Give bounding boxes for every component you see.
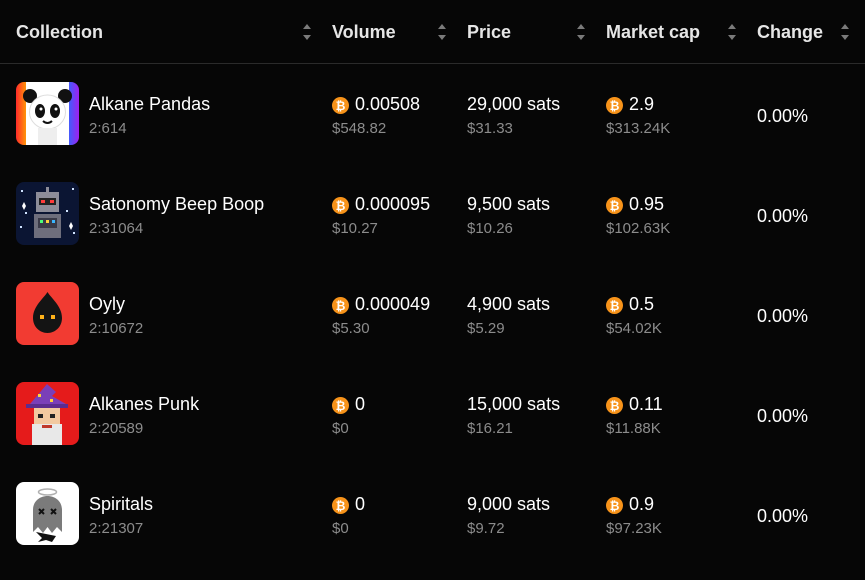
ghost-avatar-icon [16,482,79,545]
sort-change-icon[interactable] [840,24,850,40]
collection-id: 2:21307 [89,520,144,537]
collection-thumbnail [16,382,79,445]
change-percent: 0.00% [757,106,809,126]
collection-name[interactable]: Satonomy Beep Boop [89,194,264,215]
collection-id: 2:10672 [89,320,144,337]
market-cap-btc: 2.9 [629,94,655,114]
collection-thumbnail [16,182,79,245]
price-usd: $31.33 [467,120,513,137]
bitcoin-icon: ₿ [332,97,349,114]
column-header-market-cap[interactable]: Market cap [606,0,700,64]
volume-btc: 0.00508 [355,94,421,114]
column-header-label: Volume [332,21,396,42]
price-usd: $9.72 [467,520,505,537]
price-sats: 4,900 sats [467,294,551,314]
volume-btc: 0.000049 [355,294,431,314]
market-cap-btc: 0.9 [629,494,655,514]
bitcoin-icon: ₿ [606,197,623,214]
bitcoin-icon: ₿ [606,497,623,514]
price-usd: $10.26 [467,220,513,237]
table-row[interactable]: Alkane Pandas 2:614 ₿ 0.00508 $548.82 29… [0,64,865,164]
volume-usd: $0 [332,520,349,537]
bitcoin-icon: ₿ [606,297,623,314]
volume-usd: $5.30 [332,320,370,337]
collection-id: 2:614 [89,120,127,137]
table-header: Collection Volume Price Market cap Chang… [0,0,865,64]
price-sats: 9,000 sats [467,494,551,514]
table-row[interactable]: Alkanes Punk 2:20589 ₿ 0 $0 15,000 sats … [0,364,865,464]
change-percent: 0.00% [757,406,809,426]
sort-volume-icon[interactable] [437,24,447,40]
volume-btc: 0 [355,494,366,514]
volume-usd: $548.82 [332,120,387,137]
sort-price-icon[interactable] [576,24,586,40]
robot-avatar-icon [16,182,79,245]
price-sats: 9,500 sats [467,194,551,214]
market-cap-btc: 0.95 [629,194,665,214]
collection-name[interactable]: Spiritals [89,494,153,515]
bitcoin-icon: ₿ [332,197,349,214]
column-header-change[interactable]: Change [757,0,823,64]
volume-usd: $0 [332,420,349,437]
column-header-label: Price [467,21,512,42]
price-usd: $16.21 [467,420,513,437]
change-percent: 0.00% [757,506,809,526]
collection-name[interactable]: Alkane Pandas [89,94,210,115]
column-header-price[interactable]: Price [467,0,511,64]
volume-usd: $10.27 [332,220,378,237]
bitcoin-icon: ₿ [332,297,349,314]
change-percent: 0.00% [757,206,809,226]
bitcoin-icon: ₿ [606,397,623,414]
market-cap-usd: $54.02K [606,320,662,337]
column-header-collection[interactable]: Collection [16,0,103,64]
table-row[interactable]: Oyly 2:10672 ₿ 0.000049 $5.30 4,900 sats… [0,264,865,364]
collection-id: 2:20589 [89,420,144,437]
collection-name[interactable]: Oyly [89,294,125,315]
sort-collection-icon[interactable] [302,24,312,40]
price-sats: 15,000 sats [467,394,561,414]
market-cap-btc: 0.5 [629,294,655,314]
collection-thumbnail [16,82,79,145]
price-usd: $5.29 [467,320,505,337]
oil-drop-avatar-icon [16,282,79,345]
market-cap-btc: 0.11 [629,394,663,414]
change-percent: 0.00% [757,306,809,326]
collection-thumbnail [16,482,79,545]
volume-btc: 0 [355,394,366,414]
column-header-label: Market cap [606,21,701,42]
bitcoin-icon: ₿ [332,397,349,414]
collections-table: Collection Volume Price Market cap Chang… [0,0,865,580]
collection-name[interactable]: Alkanes Punk [89,394,199,415]
market-cap-usd: $102.63K [606,220,671,237]
column-header-label: Collection [16,21,104,42]
volume-btc: 0.000095 [355,194,431,214]
collection-id: 2:31064 [89,220,144,237]
market-cap-usd: $313.24K [606,120,671,137]
table-row[interactable]: Spiritals 2:21307 ₿ 0 $0 9,000 sats $9.7… [0,464,865,564]
market-cap-usd: $11.88K [606,420,661,437]
column-header-volume[interactable]: Volume [332,0,396,64]
column-header-label: Change [757,21,824,42]
collection-thumbnail [16,282,79,345]
wizard-punk-avatar-icon [16,382,79,445]
price-sats: 29,000 sats [467,94,561,114]
bitcoin-icon: ₿ [606,97,623,114]
table-row[interactable]: Satonomy Beep Boop 2:31064 ₿ 0.000095 $1… [0,164,865,264]
panda-avatar-icon [16,82,79,145]
bitcoin-icon: ₿ [332,497,349,514]
market-cap-usd: $97.23K [606,520,662,537]
sort-market-cap-icon[interactable] [727,24,737,40]
